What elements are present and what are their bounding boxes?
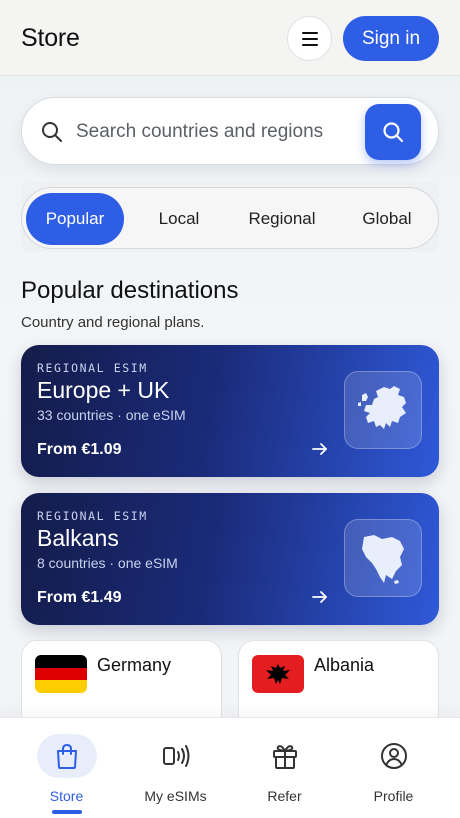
active-indicator [51, 810, 82, 814]
hamburger-icon [301, 31, 318, 46]
search-icon [383, 122, 404, 143]
search-input[interactable] [76, 112, 366, 152]
arrow-right-icon [312, 443, 327, 455]
search-bar [21, 97, 439, 165]
esim-signal-icon [162, 745, 189, 767]
nav-my-esims[interactable]: My eSIMs [118, 718, 233, 818]
nav-esims-icon-wrap [146, 734, 206, 778]
menu-button[interactable] [287, 16, 332, 61]
nav-profile-icon-wrap [364, 734, 424, 778]
tab-global[interactable]: Global [338, 193, 436, 245]
tab-regional[interactable]: Regional [230, 193, 334, 245]
nav-label: My eSIMs [144, 788, 207, 804]
category-tabs: Popular Local Regional Global [21, 187, 439, 249]
gift-icon [272, 745, 297, 769]
card-price: From €1.09 [37, 441, 122, 458]
card-meta: 33 countries · one eSIM [37, 407, 186, 423]
nav-label: Refer [267, 788, 302, 804]
country-name: Albania [314, 655, 375, 675]
regional-card-europe-uk[interactable]: REGIONAL ESIM Europe + UK 33 countries ·… [21, 345, 439, 477]
tabs-container: Popular Local Regional Global [21, 182, 439, 252]
search-submit-button[interactable] [365, 104, 421, 160]
card-title: Europe + UK [37, 377, 170, 403]
nav-label: Store [49, 788, 84, 804]
card-eyebrow: REGIONAL ESIM [37, 509, 148, 523]
albania-flag-icon [252, 655, 304, 693]
map-thumbnail [344, 519, 422, 597]
card-price: From €1.49 [37, 589, 122, 606]
germany-flag-icon [35, 655, 87, 693]
section-title: Popular destinations [21, 277, 239, 304]
section-subtitle: Country and regional plans. [21, 314, 205, 331]
nav-store[interactable]: Store [9, 718, 124, 818]
arrow-right-icon [312, 591, 327, 603]
shopping-bag-icon [56, 743, 77, 769]
page-title: Store [21, 24, 80, 52]
map-thumbnail [344, 371, 422, 449]
nav-label: Profile [373, 788, 414, 804]
nav-profile[interactable]: Profile [336, 718, 451, 818]
tab-popular[interactable]: Popular [26, 193, 124, 245]
europe-map-icon [358, 386, 406, 429]
search-icon [42, 122, 62, 142]
app-header: Store Sign in [0, 0, 460, 76]
bottom-navigation: Store My eSIMs Refer Profile [0, 717, 460, 818]
regional-card-balkans[interactable]: REGIONAL ESIM Balkans 8 countries · one … [21, 493, 439, 625]
country-name: Germany [97, 655, 172, 675]
card-title: Balkans [37, 525, 119, 551]
nav-store-icon-wrap [36, 734, 97, 778]
sign-in-button[interactable]: Sign in [343, 16, 439, 61]
card-meta: 8 countries · one eSIM [37, 555, 178, 571]
balkans-map-icon [362, 535, 404, 584]
card-eyebrow: REGIONAL ESIM [37, 361, 148, 375]
tab-local[interactable]: Local [130, 193, 228, 245]
user-circle-icon [380, 743, 407, 769]
nav-refer[interactable]: Refer [227, 718, 342, 818]
nav-refer-icon-wrap [255, 734, 315, 778]
